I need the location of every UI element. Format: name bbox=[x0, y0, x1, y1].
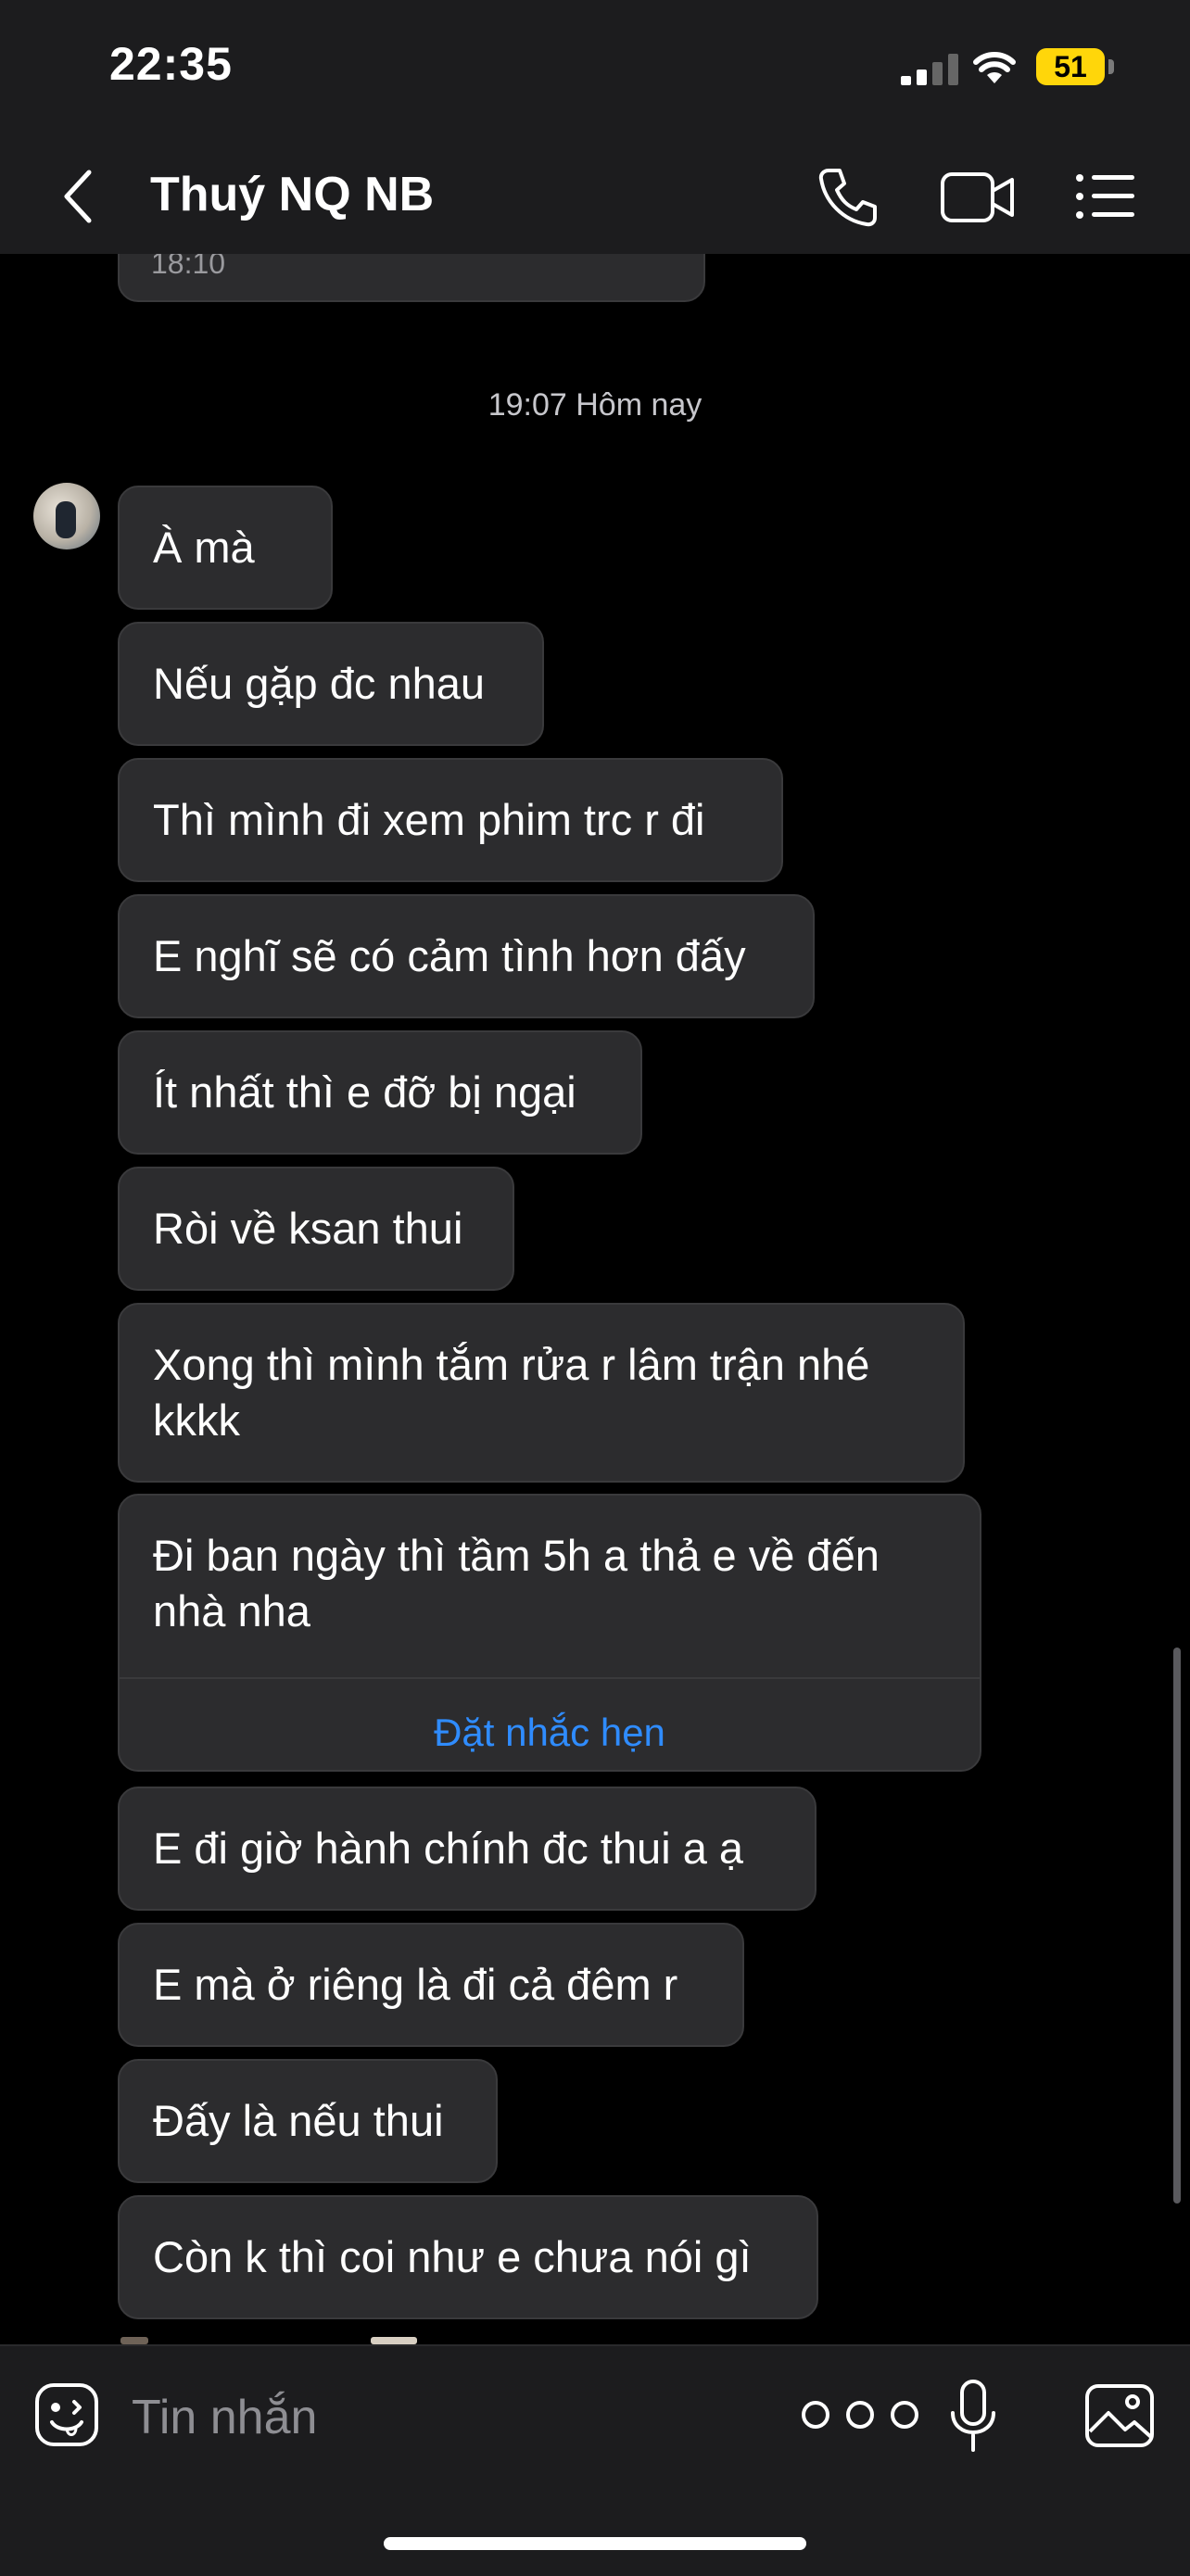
status-bar: 22:35 51 bbox=[0, 0, 1190, 139]
battery-indicator: 51 bbox=[1036, 48, 1105, 85]
message-bubble[interactable]: E đi giờ hành chính đc thui a ạ bbox=[118, 1787, 817, 1911]
message-bubble[interactable]: Ít nhất thì e đỡ bị ngại bbox=[118, 1030, 642, 1155]
message-bubble[interactable]: Nếu gặp đc nhau bbox=[118, 622, 544, 746]
more-icon[interactable] bbox=[799, 2398, 921, 2431]
message-text: Còn k thì coi như e chưa nói gì bbox=[153, 2232, 752, 2281]
message-text: Đấy là nếu thui bbox=[153, 2096, 444, 2145]
set-reminder-button[interactable]: Đặt nhắc hẹn bbox=[120, 1705, 980, 1761]
message-bubble[interactable]: E mà ở riêng là đi cả đêm r bbox=[118, 1923, 744, 2047]
message-bubble[interactable]: E nghĩ sẽ có cảm tình hơn đấy bbox=[118, 894, 815, 1018]
date-separator: 19:07 Hôm nay bbox=[487, 387, 703, 423]
message-text: kkkk bbox=[153, 1395, 240, 1445]
message-text: E mà ở riêng là đi cả đêm r bbox=[153, 1960, 678, 2009]
message-text: Xong thì mình tắm rửa r lâm trận nhé bbox=[153, 1340, 870, 1389]
emoji-icon[interactable] bbox=[33, 2381, 100, 2448]
message-bubble[interactable]: Đấy là nếu thui bbox=[118, 2059, 498, 2183]
message-bubble[interactable]: À mà bbox=[118, 486, 333, 610]
message-text: Thì mình đi xem phim trc r đi bbox=[153, 795, 705, 844]
message-bubble[interactable]: Xong thì mình tắm rửa r lâm trận nhé kkk… bbox=[118, 1303, 965, 1483]
message-text: nhà nha bbox=[153, 1586, 310, 1635]
phone-icon[interactable] bbox=[816, 165, 880, 230]
reminder-divider bbox=[120, 1677, 980, 1679]
contact-avatar[interactable] bbox=[33, 483, 100, 549]
message-bubble[interactable]: Thì mình đi xem phim trc r đi bbox=[118, 758, 783, 882]
battery-cap bbox=[1108, 59, 1114, 74]
previous-message-bubble[interactable]: 18:10 bbox=[118, 254, 705, 302]
message-text: E đi giờ hành chính đc thui a ạ bbox=[153, 1824, 744, 1873]
contact-name[interactable]: Thuý NQ NB bbox=[150, 167, 434, 222]
wifi-icon bbox=[973, 52, 1016, 83]
back-icon[interactable] bbox=[57, 167, 98, 226]
message-list[interactable]: 18:10 19:07 Hôm nay À mà Nếu gặp đc nhau… bbox=[0, 254, 1190, 2344]
chat-header: Thuý NQ NB bbox=[0, 139, 1190, 254]
home-indicator bbox=[384, 2537, 806, 2550]
message-text: Ít nhất thì e đỡ bị ngại bbox=[153, 1067, 576, 1117]
image-icon[interactable] bbox=[1084, 2383, 1155, 2448]
partially-visible-sticker bbox=[120, 2337, 436, 2344]
list-menu-icon[interactable] bbox=[1075, 170, 1136, 222]
message-bubble-with-reminder[interactable]: Đi ban ngày thì tầm 5h a thả e về đến nh… bbox=[118, 1494, 981, 1772]
message-text: Đi ban ngày thì tầm 5h a thả e về đến bbox=[153, 1531, 880, 1580]
message-text: À mà bbox=[153, 523, 255, 572]
status-time: 22:35 bbox=[109, 38, 233, 90]
message-bubble[interactable]: Ròi về ksan thui bbox=[118, 1167, 514, 1291]
signal-icon bbox=[901, 54, 958, 85]
scrollbar[interactable] bbox=[1173, 1648, 1181, 2203]
message-timestamp: 18:10 bbox=[151, 254, 226, 280]
message-input[interactable] bbox=[130, 2380, 708, 2456]
message-bubble[interactable]: Còn k thì coi như e chưa nói gì bbox=[118, 2195, 818, 2319]
message-text: Ròi về ksan thui bbox=[153, 1204, 463, 1253]
message-text: E nghĩ sẽ có cảm tình hơn đấy bbox=[153, 931, 746, 980]
message-text: Nếu gặp đc nhau bbox=[153, 659, 486, 708]
microphone-icon[interactable] bbox=[947, 2380, 999, 2454]
video-camera-icon[interactable] bbox=[940, 169, 1016, 226]
